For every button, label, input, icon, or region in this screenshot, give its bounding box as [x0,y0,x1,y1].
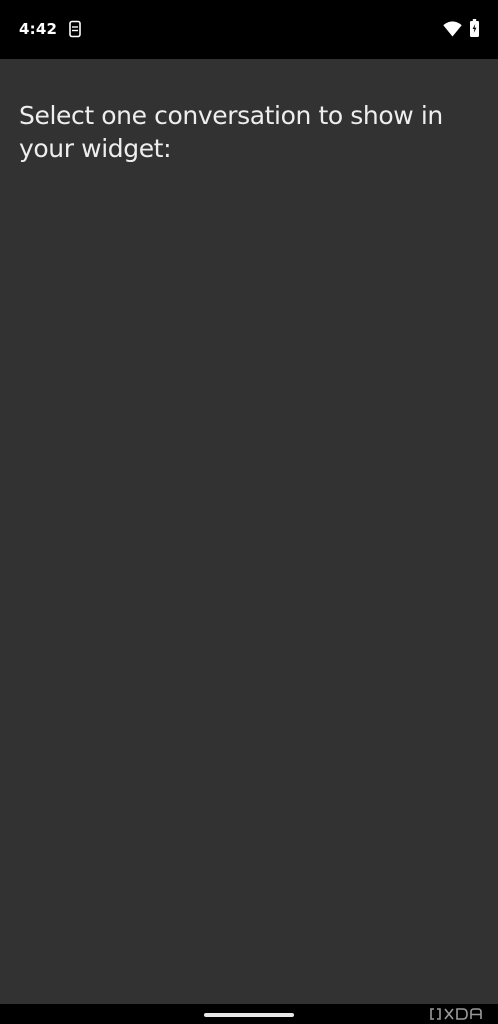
navigation-bar [0,1004,498,1024]
battery-icon [470,19,479,37]
status-time: 4:42 [19,20,58,38]
status-bar: 4:42 [0,0,498,59]
home-gesture-handle[interactable] [204,1013,294,1017]
screen: 4:42 Select one conversation to show in … [0,0,498,1024]
screenshot-notification-icon [69,20,81,38]
conversation-picker: Select one conversation to show in your … [0,59,498,1004]
wifi-icon [443,21,462,37]
xda-watermark-logo [430,1008,482,1020]
page-title: Select one conversation to show in your … [19,101,443,163]
